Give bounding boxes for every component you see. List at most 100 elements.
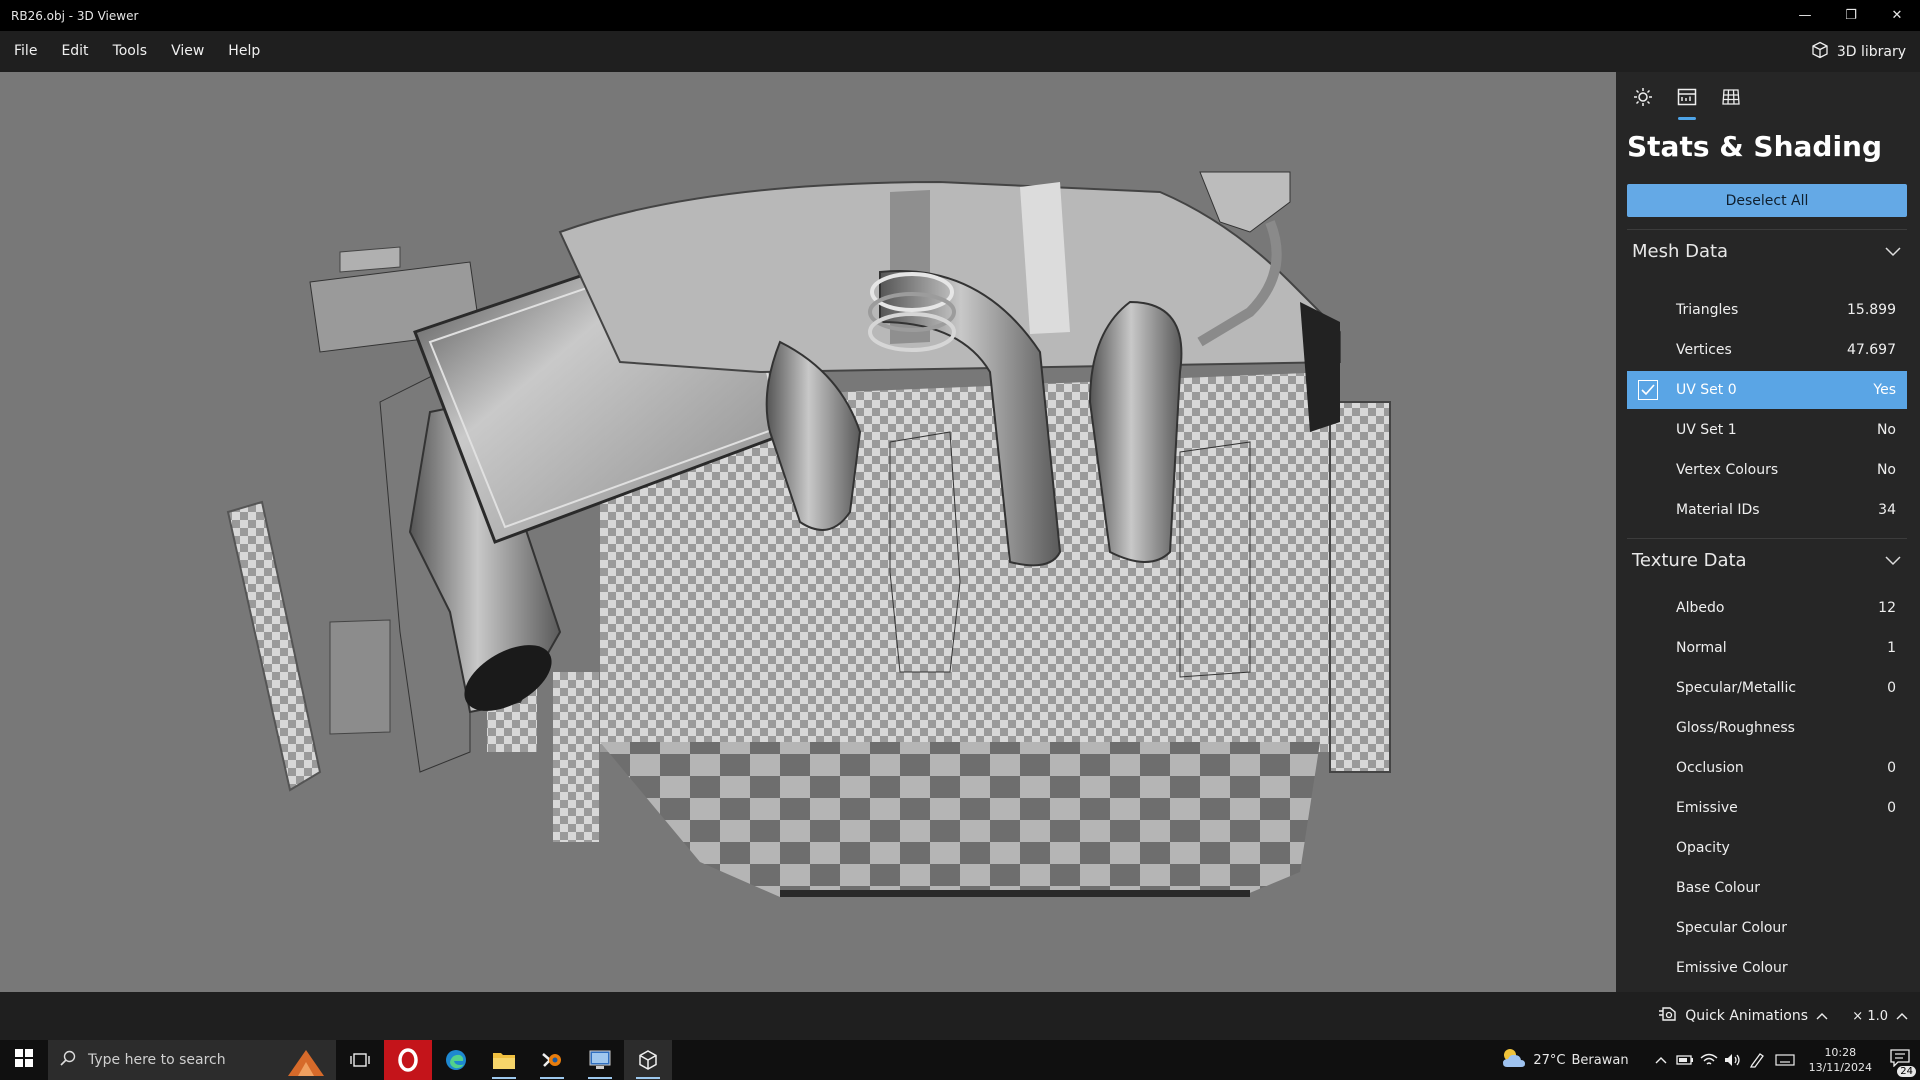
mesh-row-vertices[interactable]: Vertices 47.697 [1627, 331, 1907, 369]
close-icon: ✕ [1891, 8, 1903, 23]
stats-panel: Stats & Shading Deselect All Mesh Data T… [1616, 72, 1920, 992]
notification-count: 24 [1897, 1066, 1916, 1077]
row-label: Triangles [1676, 302, 1739, 318]
row-value: 0 [1887, 680, 1896, 696]
search-icon [60, 1050, 76, 1070]
row-label: Albedo [1676, 600, 1725, 616]
blender-icon[interactable] [528, 1040, 576, 1080]
mesh-row-vertex-colours[interactable]: Vertex Colours No [1627, 451, 1907, 489]
weather-temp: 27°C [1533, 1052, 1566, 1068]
row-label: UV Set 1 [1676, 422, 1737, 438]
3d-library-label: 3D library [1836, 43, 1906, 60]
texture-row-albedo[interactable]: Albedo 12 [1627, 589, 1907, 627]
stats-icon [1677, 87, 1697, 111]
texture-row-opacity[interactable]: Opacity [1627, 829, 1907, 867]
file-explorer-icon[interactable] [480, 1040, 528, 1080]
tab-stats[interactable] [1672, 84, 1702, 120]
windows-icon [15, 1049, 33, 1071]
quick-animations-button[interactable]: Quick Animations [1657, 992, 1828, 1040]
row-label: Emissive Colour [1676, 960, 1788, 976]
texture-row-emissive[interactable]: Emissive 0 [1627, 789, 1907, 827]
notification-button[interactable]: 24 [1880, 1049, 1920, 1077]
3d-library-button[interactable]: 3D library [1811, 31, 1906, 72]
keyboard-icon[interactable] [1769, 1053, 1801, 1067]
restore-icon: ❐ [1845, 8, 1857, 23]
row-label: Specular Colour [1676, 920, 1788, 936]
chevron-up-icon [1896, 1009, 1908, 1024]
animation-icon [1657, 1006, 1677, 1026]
opera-icon[interactable] [384, 1040, 432, 1080]
search-placeholder: Type here to search [88, 1052, 226, 1068]
row-label: Specular/Metallic [1676, 680, 1797, 696]
chevron-up-icon [1816, 1008, 1828, 1024]
row-value: 15.899 [1847, 302, 1896, 318]
row-label: UV Set 0 [1676, 382, 1737, 398]
volume-icon[interactable] [1721, 1053, 1745, 1067]
row-value: No [1876, 462, 1896, 478]
close-button[interactable]: ✕ [1874, 0, 1920, 31]
row-value: 12 [1878, 600, 1896, 616]
texture-data-header[interactable]: Texture Data [1627, 538, 1907, 582]
checkbox[interactable] [1638, 380, 1658, 400]
menu-tools[interactable]: Tools [101, 31, 160, 72]
system-tray: 27°C Berawan 10:28 13/11/2024 24 [1501, 1040, 1920, 1080]
engine-model[interactable] [0, 72, 1616, 992]
texture-row-base-colour[interactable]: Base Colour [1627, 869, 1907, 907]
restore-button[interactable]: ❐ [1828, 0, 1874, 31]
mesh-row-uv-set-0[interactable]: UV Set 0 Yes [1627, 371, 1907, 409]
panel-title: Stats & Shading [1627, 130, 1883, 163]
minimize-button[interactable]: — [1782, 0, 1828, 31]
task-view-icon[interactable] [336, 1040, 384, 1080]
menu-help[interactable]: Help [216, 31, 272, 72]
chevron-up-icon[interactable] [1649, 1056, 1673, 1064]
3d-viewer-icon[interactable] [624, 1040, 672, 1080]
tab-grid[interactable] [1716, 84, 1746, 114]
pen-icon[interactable] [1745, 1052, 1769, 1068]
battery-icon[interactable] [1673, 1054, 1697, 1066]
start-button[interactable] [0, 1040, 48, 1080]
tab-lighting[interactable] [1628, 84, 1658, 114]
taskbar: Type here to search 27°C Berawan 10:28 1… [0, 1040, 1920, 1080]
title-bar: RB26.obj - 3D Viewer — ❐ ✕ [0, 0, 1920, 31]
chevron-down-icon [1885, 550, 1901, 571]
texture-row-occlusion[interactable]: Occlusion 0 [1627, 749, 1907, 787]
mesh-row-uv-set-1[interactable]: UV Set 1 No [1627, 411, 1907, 449]
row-label: Material IDs [1676, 502, 1760, 518]
deselect-all-button[interactable]: Deselect All [1627, 184, 1907, 217]
edge-icon[interactable] [432, 1040, 480, 1080]
texture-data-title: Texture Data [1632, 550, 1747, 571]
menu-edit[interactable]: Edit [49, 31, 100, 72]
menu-file[interactable]: File [2, 31, 49, 72]
taskbar-search[interactable]: Type here to search [48, 1040, 336, 1080]
row-label: Normal [1676, 640, 1727, 656]
chevron-down-icon [1885, 241, 1901, 262]
3d-viewport[interactable] [0, 72, 1616, 992]
mesh-row-triangles[interactable]: Triangles 15.899 [1627, 291, 1907, 329]
texture-row-normal[interactable]: Normal 1 [1627, 629, 1907, 667]
search-highlight-icon [284, 1044, 328, 1080]
row-label: Emissive [1676, 800, 1738, 816]
texture-row-specular-colour[interactable]: Specular Colour [1627, 909, 1907, 947]
texture-row-emissive-colour[interactable]: Emissive Colour [1627, 949, 1907, 987]
texture-row-specular-metallic[interactable]: Specular/Metallic 0 [1627, 669, 1907, 707]
row-label: Gloss/Roughness [1676, 720, 1795, 736]
weather-widget[interactable]: 27°C Berawan [1501, 1047, 1629, 1073]
quick-animations-label: Quick Animations [1685, 1008, 1808, 1024]
texture-row-gloss-roughness[interactable]: Gloss/Roughness [1627, 709, 1907, 747]
mesh-row-material-ids[interactable]: Material IDs 34 [1627, 491, 1907, 529]
wifi-icon[interactable] [1697, 1053, 1721, 1067]
cube-icon [1811, 41, 1829, 63]
remote-desktop-icon[interactable] [576, 1040, 624, 1080]
menu-bar: File Edit Tools View Help 3D library [0, 31, 1920, 72]
speed-control[interactable]: × 1.0 [1852, 992, 1908, 1040]
clock[interactable]: 10:28 13/11/2024 [1809, 1045, 1872, 1075]
row-value: 34 [1878, 502, 1896, 518]
window-title: RB26.obj - 3D Viewer [11, 8, 139, 23]
menu-view[interactable]: View [159, 31, 216, 72]
weather-text: Berawan [1571, 1052, 1629, 1068]
animation-bar: Quick Animations × 1.0 [0, 992, 1920, 1040]
row-value: 47.697 [1847, 342, 1896, 358]
row-value: 1 [1887, 640, 1896, 656]
row-value: 0 [1887, 800, 1896, 816]
mesh-data-header[interactable]: Mesh Data [1627, 229, 1907, 273]
